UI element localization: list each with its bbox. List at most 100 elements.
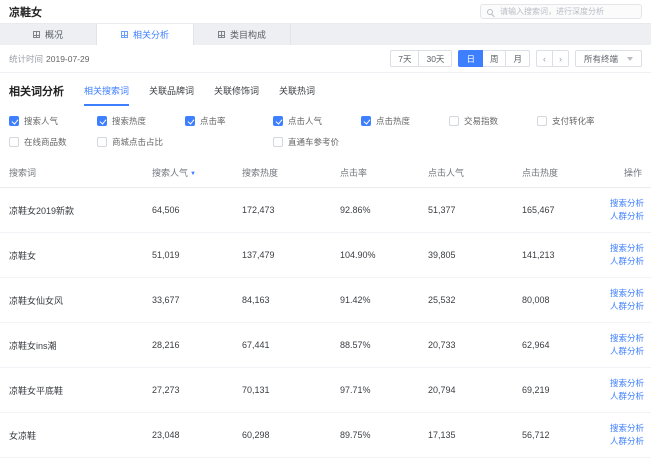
checkbox-icon[interactable]	[361, 116, 371, 126]
col-header-click-heat[interactable]: 点击热度	[518, 158, 606, 188]
range-30d-button[interactable]: 30天	[418, 50, 452, 67]
date-pager: ‹ ›	[536, 50, 569, 67]
stat-time-label: 统计时间	[9, 54, 43, 64]
checkbox-icon[interactable]	[185, 116, 195, 126]
terminal-filter-value: 所有终端	[584, 53, 618, 65]
period-month-button[interactable]: 月	[505, 50, 530, 67]
metric-checkbox-item[interactable]: 搜索人气	[9, 115, 97, 127]
period-week-button[interactable]: 周	[482, 50, 507, 67]
search-analysis-link[interactable]: 搜索分析	[610, 242, 642, 255]
audience-analysis-link[interactable]: 人群分析	[610, 435, 642, 448]
metric-checkbox-item[interactable]: 搜索热度	[97, 115, 185, 127]
search-analysis-link[interactable]: 搜索分析	[610, 422, 642, 435]
metric-cell: 51,998	[238, 458, 336, 463]
metric-cell: 60,298	[238, 413, 336, 458]
col-header-search-heat[interactable]: 搜索热度	[238, 158, 336, 188]
metric-cell: 80,008	[518, 278, 606, 323]
content-area: 统计时间2019-07-29 7天 30天 日 周 月 ‹ › 所有终端	[0, 45, 651, 463]
search-analysis-link[interactable]: 搜索分析	[610, 332, 642, 345]
metric-checkbox-item[interactable]: 点击率	[185, 115, 273, 127]
table-row: 凉鞋女51,019137,479104.90%39,805141,213搜索分析…	[0, 233, 651, 278]
metric-checkbox-item[interactable]: 在线商品数	[9, 136, 97, 148]
period-day-button[interactable]: 日	[458, 50, 483, 67]
metric-cell: 64,506	[148, 188, 238, 233]
metric-checkbox-item[interactable]: 点击热度	[361, 115, 449, 127]
metric-cell: 141,213	[518, 233, 606, 278]
checkbox-icon[interactable]	[537, 116, 547, 126]
search-input[interactable]	[498, 6, 635, 17]
metric-checkbox-item[interactable]: 直通车参考价	[273, 136, 361, 148]
actions-cell: 搜索分析人群分析	[606, 458, 651, 463]
audience-analysis-link[interactable]: 人群分析	[610, 255, 642, 268]
next-icon: ›	[559, 54, 562, 64]
keyword-cell: 凉鞋女仙女风	[0, 278, 148, 323]
subtab-related-search-words[interactable]: 相关搜索词	[84, 84, 129, 106]
related-analysis-grid-icon	[121, 31, 128, 38]
metric-cell: 25,532	[424, 278, 518, 323]
metric-label: 搜索热度	[112, 115, 146, 127]
table-row: 女凉鞋23,04860,29889.75%17,13556,712搜索分析人群分…	[0, 413, 651, 458]
metric-cell: 39,805	[424, 233, 518, 278]
search-analysis-link[interactable]: 搜索分析	[610, 287, 642, 300]
metric-cell: 62,964	[518, 323, 606, 368]
col-header-click-popularity[interactable]: 点击人气	[424, 158, 518, 188]
search-box[interactable]	[480, 4, 642, 19]
checkbox-icon[interactable]	[449, 116, 459, 126]
main-tabbar: 概况 相关分析 类目构成	[0, 23, 651, 45]
metric-cell: 69,219	[518, 368, 606, 413]
checkbox-icon[interactable]	[9, 116, 19, 126]
table-header: 搜索词 搜索人气▼ 搜索热度 点击率 点击人气 点击热度 操作	[0, 158, 651, 188]
next-date-button[interactable]: ›	[552, 50, 569, 67]
metric-checkbox-item[interactable]: 商城点击占比	[97, 136, 185, 148]
checkbox-icon[interactable]	[97, 116, 107, 126]
actions-cell: 搜索分析人群分析	[606, 368, 651, 413]
metric-checkbox-item[interactable]: 交易指数	[449, 115, 537, 127]
app-window: 凉鞋女 概况 相关分析 类目构成 统计时间2019-07-29	[0, 0, 651, 463]
prev-icon: ‹	[543, 54, 546, 64]
checkbox-icon[interactable]	[97, 137, 107, 147]
table-row: 凉鞋女ins潮28,21667,44188.57%20,73362,964搜索分…	[0, 323, 651, 368]
col-header-click-rate[interactable]: 点击率	[336, 158, 424, 188]
section-title: 相关词分析	[9, 83, 64, 106]
audience-analysis-link[interactable]: 人群分析	[610, 210, 642, 223]
col-header-search-popularity[interactable]: 搜索人气▼	[148, 158, 238, 188]
subtab-related-brand-words[interactable]: 关联品牌词	[149, 84, 194, 106]
metric-cell: 23,048	[148, 413, 238, 458]
col-header-label: 搜索人气	[152, 168, 188, 178]
subtab-bar: 相关搜索词 关联品牌词 关联修饰词 关联热词	[84, 84, 315, 106]
sort-desc-icon[interactable]: ▼	[190, 171, 196, 177]
tab-related-analysis[interactable]: 相关分析	[97, 24, 194, 45]
checkbox-icon[interactable]	[273, 137, 283, 147]
actions-cell: 搜索分析人群分析	[606, 278, 651, 323]
subtab-related-modifier-words[interactable]: 关联修饰词	[214, 84, 259, 106]
metric-checkbox-item[interactable]: 支付转化率	[537, 115, 625, 127]
metric-cell: 172,473	[238, 188, 336, 233]
audience-analysis-link[interactable]: 人群分析	[610, 390, 642, 403]
search-analysis-link[interactable]: 搜索分析	[610, 197, 642, 210]
table-row: 凉鞋女仙女风33,67784,16391.42%25,53280,008搜索分析…	[0, 278, 651, 323]
subtab-related-hot-words[interactable]: 关联热词	[279, 84, 315, 106]
terminal-filter-dropdown[interactable]: 所有终端	[575, 50, 642, 67]
checkbox-icon[interactable]	[273, 116, 283, 126]
period-button-group: 日 周 月	[458, 50, 530, 67]
prev-date-button[interactable]: ‹	[536, 50, 553, 67]
checkbox-icon[interactable]	[9, 137, 19, 147]
search-analysis-link[interactable]: 搜索分析	[610, 377, 642, 390]
tab-overview[interactable]: 概况	[0, 24, 97, 45]
range-button-group: 7天 30天	[390, 50, 452, 67]
metric-cell: 27,273	[148, 368, 238, 413]
keywords-table: 搜索词 搜索人气▼ 搜索热度 点击率 点击人气 点击热度 操作 凉鞋女2019新…	[0, 158, 651, 463]
table-body: 凉鞋女2019新款64,506172,47392.86%51,377165,46…	[0, 188, 651, 463]
search-icon	[487, 9, 493, 15]
metric-cell: 28,216	[148, 323, 238, 368]
audience-analysis-link[interactable]: 人群分析	[610, 300, 642, 313]
range-7d-button[interactable]: 7天	[390, 50, 419, 67]
table-row: 凉鞋女2019新款64,506172,47392.86%51,377165,46…	[0, 188, 651, 233]
actions-cell: 搜索分析人群分析	[606, 188, 651, 233]
metric-cell: 70,131	[238, 368, 336, 413]
metric-checkbox-item[interactable]: 点击人气	[273, 115, 361, 127]
tab-category-composition[interactable]: 类目构成	[194, 24, 291, 45]
metric-label: 直通车参考价	[288, 136, 339, 148]
metric-cell: 88.32%	[336, 458, 424, 463]
audience-analysis-link[interactable]: 人群分析	[610, 345, 642, 358]
